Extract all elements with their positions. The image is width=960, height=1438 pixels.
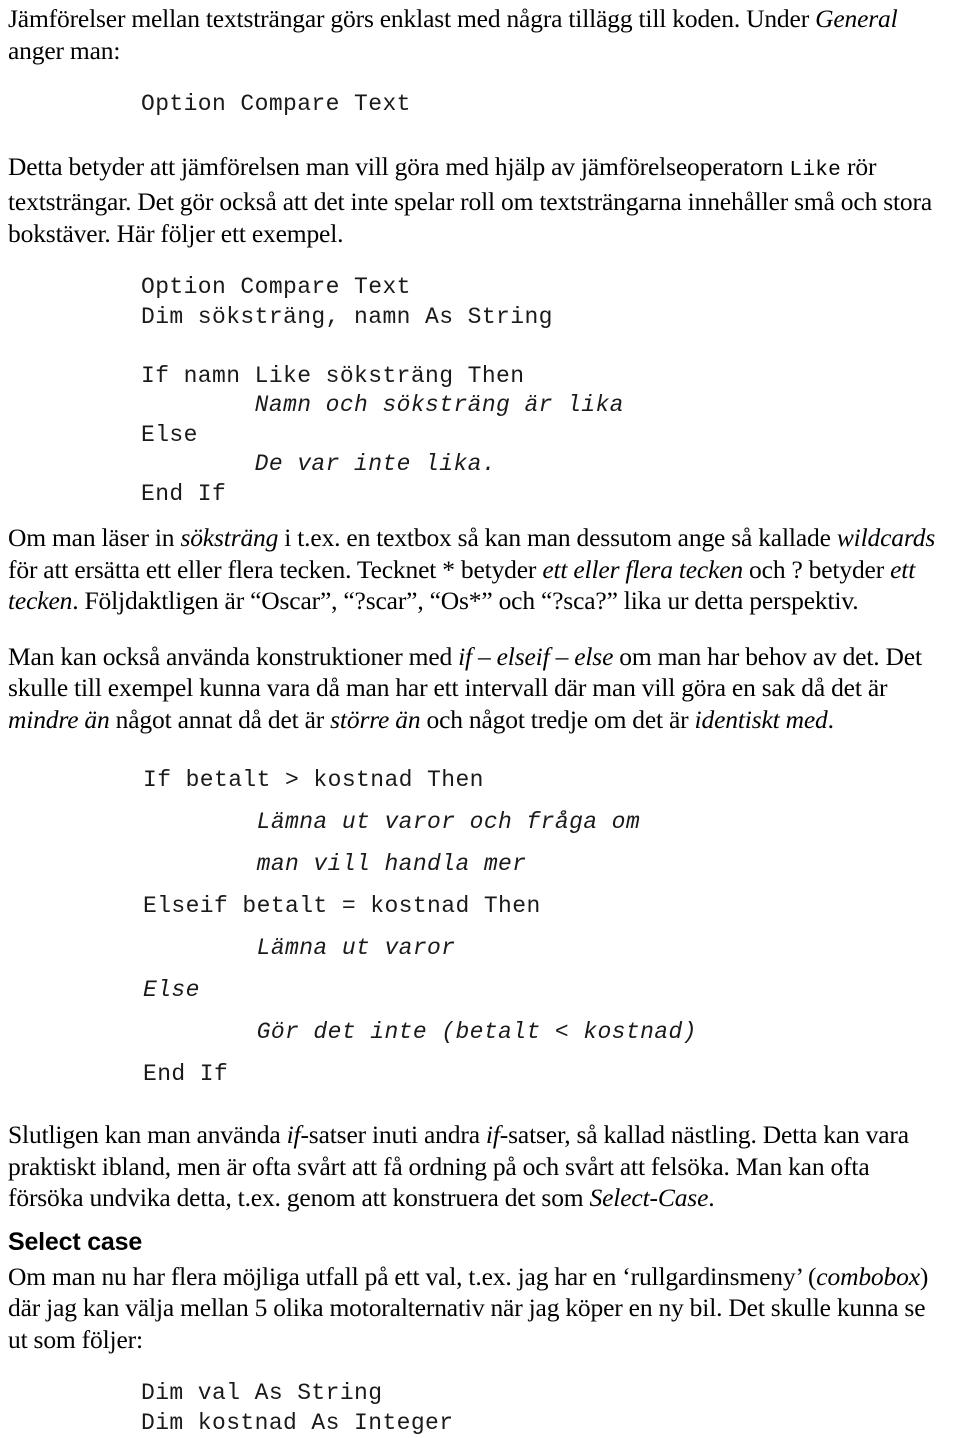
wildcards-text-a: Om man läser in	[8, 523, 180, 552]
document-page: Jämförelser mellan textsträngar görs enk…	[0, 0, 960, 1434]
code-line: Dim söksträng, namn As String	[141, 303, 950, 333]
paragraph-ifelse: Man kan också använda konstruktioner med…	[8, 641, 950, 736]
wildcards-text-c: för att ersätta ett eller flera tecken. …	[8, 555, 542, 584]
ifelse-text-e: .	[828, 705, 834, 734]
wildcards-italic-sokstrang: söksträng	[180, 523, 278, 552]
code-blank-line	[141, 332, 950, 362]
selectcase-italic-combobox: combobox	[816, 1262, 920, 1291]
paragraph-explanation: Detta betyder att jämförelsen man vill g…	[8, 151, 950, 250]
selectcase-text-a: Om man nu har flera möjliga utfall på et…	[8, 1262, 816, 1291]
code-line: Else	[141, 421, 950, 451]
code-block-if-like: Option Compare TextDim söksträng, namn A…	[8, 273, 950, 509]
spacer	[8, 509, 950, 522]
code-line: De var inte lika.	[141, 450, 950, 480]
paragraph-select-case: Om man nu har flera möjliga utfall på et…	[8, 1261, 950, 1356]
code-block-dim-declarations: Dim val As StringDim kostnad As Integer	[8, 1379, 950, 1438]
wildcards-italic-ett-eller-flera: ett eller flera tecken	[542, 555, 743, 584]
spacer	[8, 249, 950, 273]
code-line: Namn och söksträng är lika	[141, 391, 950, 421]
paragraph-wildcards: Om man läser in söksträng i t.ex. en tex…	[8, 522, 950, 617]
code-line: Lämna ut varor	[143, 927, 950, 969]
spacer	[8, 617, 950, 641]
nesting-text-b: -satser inuti andra	[300, 1120, 485, 1149]
code-line: If betalt > kostnad Then	[143, 759, 950, 801]
nesting-text-a: Slutligen kan man använda	[8, 1120, 287, 1149]
spacer	[8, 1095, 950, 1119]
code-line: Option Compare Text	[141, 273, 950, 303]
nesting-italic-if-2: if	[486, 1120, 500, 1149]
wildcards-text-b: i t.ex. en textbox så kan man dessutom a…	[278, 523, 837, 552]
section-heading-select-case: Select case	[8, 1227, 950, 1257]
code-line: Lämna ut varor och fråga om	[143, 801, 950, 843]
code-block-if-elseif-else: If betalt > kostnad Then Lämna ut varor …	[8, 759, 950, 1095]
intro-italic-general: General	[815, 4, 898, 33]
nesting-text-d: .	[708, 1183, 714, 1212]
spacer	[8, 66, 950, 90]
intro-text-part-2: anger man:	[8, 36, 120, 65]
nesting-italic-select-case: Select-Case	[590, 1183, 709, 1212]
wildcards-italic-wildcards: wildcards	[837, 523, 935, 552]
spacer	[8, 735, 950, 759]
ifelse-text-a: Man kan också använda konstruktioner med	[8, 642, 458, 671]
code-line: Elseif betalt = kostnad Then	[143, 885, 950, 927]
paragraph-intro: Jämförelser mellan textsträngar görs enk…	[8, 3, 950, 66]
code-line: If namn Like söksträng Then	[141, 362, 950, 392]
code-line: End If	[143, 1053, 950, 1095]
explain-text-part-1: Detta betyder att jämförelsen man vill g…	[8, 152, 789, 181]
spacer	[8, 120, 950, 151]
ifelse-italic-mindre-an: mindre än	[8, 705, 110, 734]
wildcards-text-e: . Följdaktligen är “Oscar”, “?scar”, “Os…	[72, 586, 858, 615]
spacer	[8, 1355, 950, 1379]
ifelse-text-d: och något tredje om det är	[420, 705, 694, 734]
paragraph-nesting: Slutligen kan man använda if-satser inut…	[8, 1119, 950, 1214]
ifelse-italic-storre-an: större än	[330, 705, 420, 734]
spacer	[8, 1214, 950, 1227]
ifelse-italic-identiskt-med: identiskt med	[695, 705, 828, 734]
intro-text-part-1: Jämförelser mellan textsträngar görs enk…	[8, 4, 815, 33]
nesting-italic-if-1: if	[287, 1120, 301, 1149]
wildcards-text-d: och ? betyder	[743, 555, 890, 584]
code-line: man vill handla mer	[143, 843, 950, 885]
code-line: Dim val As String	[141, 1379, 950, 1409]
ifelse-text-c: något annat då det är	[110, 705, 331, 734]
ifelse-italic-construct: if – elseif – else	[458, 642, 613, 671]
code-line: Gör det inte (betalt < kostnad)	[143, 1011, 950, 1053]
inline-keyword-like: Like	[789, 159, 841, 182]
code-line: Else	[143, 969, 950, 1011]
code-line: Option Compare Text	[141, 90, 950, 120]
code-line-option-compare-text: Option Compare Text	[8, 90, 950, 120]
code-line: End If	[141, 480, 950, 510]
